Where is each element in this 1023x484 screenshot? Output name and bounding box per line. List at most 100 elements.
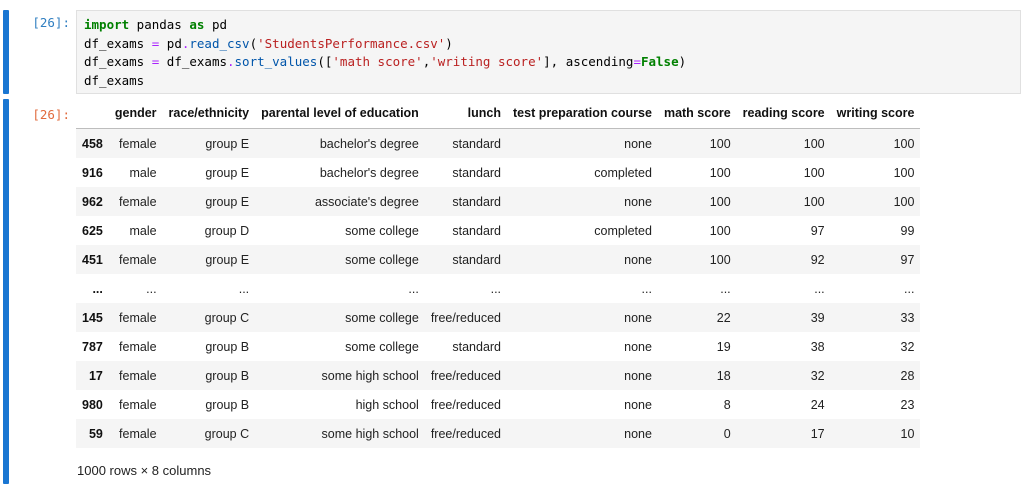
output-prompt: [26]: (32, 107, 70, 122)
table-cell: group D (204, 223, 250, 238)
table-cell: ... (641, 281, 652, 296)
table-row: 787 female group B some college standard none… (76, 332, 920, 361)
table-cell: group C (204, 426, 250, 441)
input-cell[interactable]: [26]: import pandas as pd df_exams = pd.… (0, 0, 1023, 96)
table-cell: some college (345, 310, 419, 325)
code-token: sort_values (234, 54, 318, 69)
code-token: ([ (317, 54, 333, 69)
row-index: 458 (82, 136, 103, 151)
table-cell: 100 (803, 194, 825, 209)
table-cell: none (624, 194, 652, 209)
table-cell: none (624, 252, 652, 267)
table-cell: group B (205, 397, 250, 412)
table-cell: female (119, 426, 157, 441)
table-cell: 24 (810, 397, 825, 412)
table-row: 17 female group B some high school free/redu… (76, 361, 921, 390)
table-cell: ... (146, 281, 157, 296)
table-cell: 99 (900, 223, 915, 238)
table-cell: ... (814, 281, 825, 296)
table-cell: none (624, 368, 652, 383)
table-cell: standard (452, 339, 502, 354)
code-token: df_exams (84, 35, 152, 51)
table-cell: some high school (321, 426, 419, 441)
row-index: 17 (88, 368, 103, 383)
table-cell: some college (345, 223, 419, 238)
code-token: as (189, 17, 205, 32)
table-cell: none (624, 397, 652, 412)
table-row: 145 female group C some college free/reduced… (76, 303, 921, 332)
row-index: 145 (82, 310, 103, 325)
table-cell: male (129, 165, 157, 180)
table-row: 980 female group B high school free/reduced n… (76, 390, 920, 419)
row-index: 451 (82, 252, 103, 267)
table-cell: female (119, 368, 157, 383)
output-cell-collapser[interactable] (3, 99, 9, 484)
column-header: math score (657, 98, 737, 129)
table-cell: female (119, 252, 157, 267)
code-token: pandas (129, 17, 190, 32)
table-cell: group E (205, 252, 250, 267)
table-cell: 0 (723, 426, 731, 441)
code-token: = (633, 54, 641, 69)
code-token: read_csv (189, 35, 250, 51)
table-cell: bachelor's degree (319, 165, 419, 180)
dataframe-shape: 1000 rows × 8 columns (77, 463, 212, 478)
table-cell: group B (205, 339, 250, 354)
table-cell: standard (452, 165, 502, 180)
table-cell: 17 (810, 426, 825, 441)
table-cell: 28 (900, 368, 915, 383)
table-cell: high school (355, 397, 419, 412)
row-index: 59 (88, 426, 103, 441)
code-token: ) (678, 54, 687, 69)
table-cell: 100 (893, 136, 915, 151)
table-cell: 38 (810, 339, 825, 354)
table-cell: free/reduced (430, 397, 502, 412)
column-header: writing score (830, 98, 921, 129)
table-cell: 18 (716, 368, 731, 383)
column-header: lunch (424, 98, 508, 129)
table-cell: standard (452, 252, 502, 267)
code-token: df_exams (159, 54, 227, 69)
table-cell: 97 (810, 223, 825, 238)
code-token: df_exams (84, 54, 152, 69)
table-cell: completed (594, 165, 652, 180)
table-cell: none (624, 339, 652, 354)
dataframe-table: gender race/ethnicity parental level of ed… (76, 98, 921, 448)
table-cell: bachelor's degree (319, 136, 419, 151)
table-cell: female (119, 194, 157, 209)
code-token: 'math score' (332, 54, 423, 69)
input-cell-collapser[interactable] (3, 10, 9, 94)
code-token: ) (445, 35, 453, 51)
table-cell: none (624, 136, 652, 151)
table-row: 625 male group D some college standard comple… (76, 216, 920, 245)
table-cell: none (624, 426, 652, 441)
table-cell: 22 (716, 310, 731, 325)
code-token: 'writing score' (430, 54, 544, 69)
table-cell: 100 (893, 165, 915, 180)
table-cell: none (624, 310, 652, 325)
row-index: 625 (82, 223, 103, 238)
table-cell: group B (205, 368, 250, 383)
row-index: 787 (82, 339, 103, 354)
table-row: 59 female group C some high school free/redu… (76, 419, 921, 448)
code-token: 'StudentsPerformance.csv' (257, 35, 446, 51)
table-cell: some high school (321, 368, 419, 383)
table-cell: 100 (709, 194, 731, 209)
table-header-row: gender race/ethnicity parental level of ed… (76, 98, 921, 129)
column-header: race/ethnicity (162, 98, 256, 129)
column-header: reading score (736, 98, 831, 129)
column-header: test preparation course (507, 98, 658, 129)
table-cell: 100 (803, 136, 825, 151)
row-index: 980 (82, 397, 103, 412)
table-cell: female (119, 397, 157, 412)
column-header: parental level of education (255, 98, 425, 129)
input-prompt: [26]: (32, 15, 70, 30)
table-cell: male (129, 223, 157, 238)
code-token: . (227, 54, 235, 69)
table-cell: standard (452, 194, 502, 209)
table-cell: free/reduced (430, 368, 502, 383)
table-cell: free/reduced (430, 426, 502, 441)
code-editor[interactable]: import pandas as pd df_exams = pd. read_c… (76, 10, 1021, 94)
table-cell: associate's degree (314, 194, 419, 209)
code-text[interactable]: import pandas as pd df_exams = pd. read_c… (84, 16, 686, 90)
